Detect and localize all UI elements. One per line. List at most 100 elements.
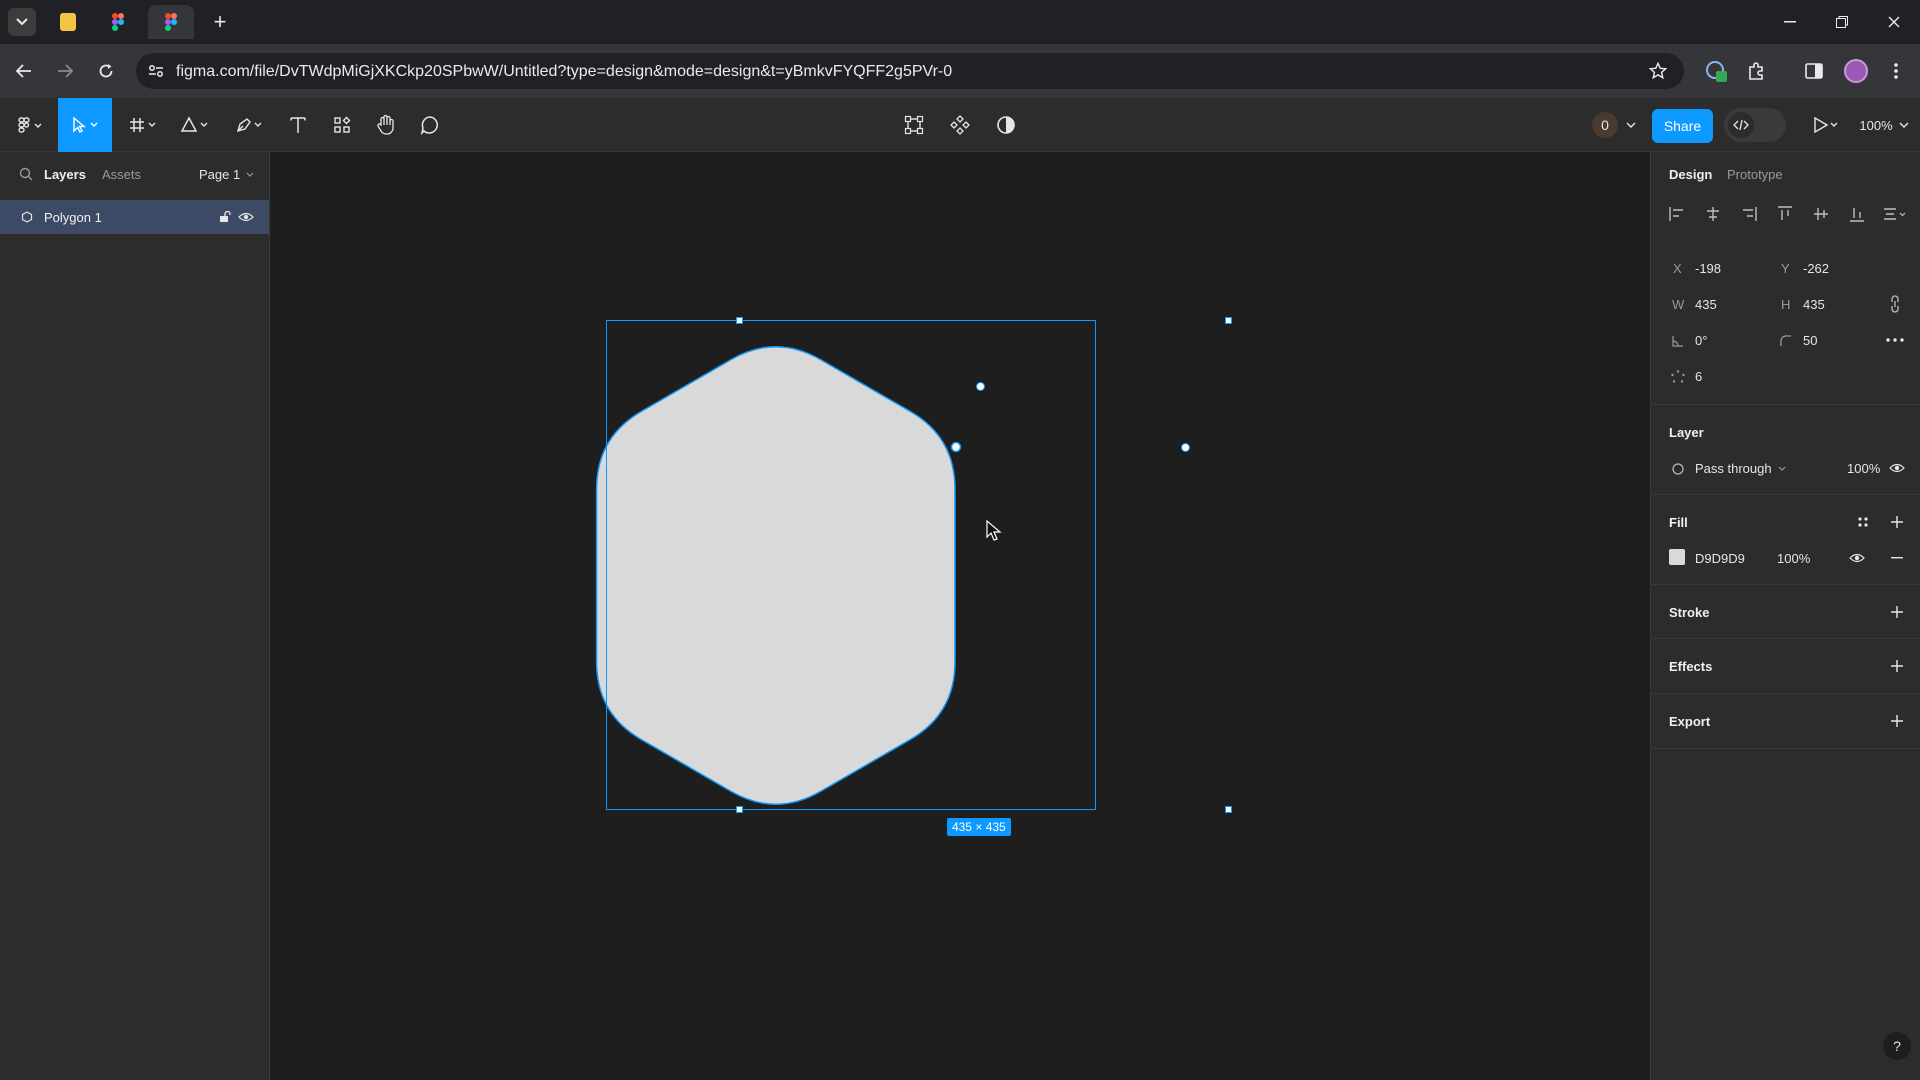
count-handle[interactable] xyxy=(1181,443,1190,452)
url-field[interactable]: figma.com/file/DvTWdpMiGjXKCkp20SPbwW/Un… xyxy=(136,53,1684,89)
design-canvas[interactable]: 435 × 435 xyxy=(270,152,1650,1080)
add-export-plus-icon[interactable] xyxy=(1889,713,1905,729)
present-button[interactable] xyxy=(1808,98,1844,152)
close-window-icon[interactable] xyxy=(1880,8,1908,36)
help-button[interactable]: ? xyxy=(1883,1032,1911,1060)
distribute-icon[interactable] xyxy=(1883,206,1907,222)
dev-mode-toggle[interactable] xyxy=(1724,108,1786,142)
align-left-icon[interactable] xyxy=(1669,206,1685,222)
align-right-icon[interactable] xyxy=(1741,206,1757,222)
forward-arrow-icon[interactable] xyxy=(51,57,79,85)
width-field[interactable]: 435 xyxy=(1695,297,1717,312)
height-field[interactable]: 435 xyxy=(1803,297,1825,312)
shape-tool-button[interactable] xyxy=(176,98,216,152)
y-field[interactable]: -262 xyxy=(1803,261,1829,276)
hand-tool-button[interactable] xyxy=(370,98,402,152)
eye-icon[interactable] xyxy=(1889,461,1905,475)
triangle-shape-icon xyxy=(181,116,211,134)
multiplayer-avatar-button[interactable]: 0 xyxy=(1588,98,1640,152)
frame-hash-icon xyxy=(129,116,159,134)
tab-design[interactable]: Design xyxy=(1669,167,1712,182)
bookmark-star-icon[interactable] xyxy=(1644,57,1672,85)
hand-icon xyxy=(376,114,396,136)
page-selector[interactable]: Page 1 xyxy=(199,167,254,182)
restore-icon[interactable] xyxy=(1828,8,1856,36)
align-top-icon[interactable] xyxy=(1777,206,1793,222)
section-divider xyxy=(1651,404,1919,405)
site-settings-icon[interactable] xyxy=(142,57,170,85)
align-center-vertical-icon[interactable] xyxy=(1813,206,1829,222)
constrain-proportions-icon[interactable] xyxy=(1887,294,1903,314)
comment-tool-button[interactable] xyxy=(414,98,446,152)
tab-notes[interactable] xyxy=(50,5,86,39)
fill-opacity-field[interactable]: 100% xyxy=(1777,551,1810,566)
edit-object-button[interactable] xyxy=(898,98,930,152)
eye-icon[interactable] xyxy=(238,210,254,224)
main-menu-button[interactable] xyxy=(10,98,50,152)
frame-tool-button[interactable] xyxy=(124,98,164,152)
layer-opacity-field[interactable]: 100% xyxy=(1847,461,1880,476)
fill-color-swatch[interactable] xyxy=(1669,549,1685,565)
resize-handle-top-left[interactable] xyxy=(736,317,743,324)
back-arrow-icon[interactable] xyxy=(10,57,38,85)
layer-row-polygon[interactable]: Polygon 1 xyxy=(0,200,269,234)
align-bottom-icon[interactable] xyxy=(1849,206,1865,222)
move-tool-button[interactable] xyxy=(58,98,112,152)
unlock-icon[interactable] xyxy=(218,210,232,224)
add-fill-plus-icon[interactable] xyxy=(1889,514,1905,530)
count-field[interactable]: 6 xyxy=(1695,369,1702,384)
rotation-field[interactable]: 0° xyxy=(1695,333,1707,348)
mouse-cursor-icon xyxy=(985,520,1005,542)
polygon-layer-icon xyxy=(20,210,34,224)
polygon-shape[interactable] xyxy=(270,152,1650,1080)
resize-handle-bottom-left[interactable] xyxy=(736,806,743,813)
tab-assets[interactable]: Assets xyxy=(102,167,141,182)
tab-search-button[interactable] xyxy=(8,5,36,39)
extension-badge-icon[interactable] xyxy=(1702,57,1730,85)
pen-nib-icon xyxy=(235,116,265,134)
text-tool-button[interactable] xyxy=(282,98,314,152)
resize-handle-top-right[interactable] xyxy=(1225,317,1232,324)
x-field[interactable]: -198 xyxy=(1695,261,1721,276)
tab-figma-active[interactable] xyxy=(148,5,194,39)
fill-hex-field[interactable]: D9D9D9 xyxy=(1695,551,1745,566)
styles-grid-icon[interactable] xyxy=(1855,514,1871,530)
new-tab-button[interactable]: + xyxy=(206,5,234,39)
reload-icon[interactable] xyxy=(92,57,120,85)
extensions-puzzle-icon[interactable] xyxy=(1742,57,1770,85)
radius-handle[interactable] xyxy=(976,382,985,391)
resize-handle-bottom-right[interactable] xyxy=(1225,806,1232,813)
more-options-icon[interactable] xyxy=(1885,332,1905,348)
play-icon xyxy=(1813,117,1839,133)
chevron-down-icon xyxy=(1778,466,1786,471)
text-t-icon xyxy=(289,116,307,134)
profile-avatar[interactable] xyxy=(1842,57,1870,85)
figma-logo-icon xyxy=(112,13,124,31)
blend-mode-dropdown[interactable]: Pass through xyxy=(1695,461,1786,476)
pen-tool-button[interactable] xyxy=(230,98,270,152)
resources-tool-button[interactable] xyxy=(326,98,358,152)
chevron-down-icon xyxy=(246,172,254,177)
tab-prototype[interactable]: Prototype xyxy=(1727,167,1783,182)
minimize-icon[interactable] xyxy=(1776,8,1804,36)
mask-button[interactable] xyxy=(990,98,1022,152)
create-component-button[interactable] xyxy=(944,98,976,152)
remove-fill-minus-icon[interactable] xyxy=(1889,551,1905,565)
add-stroke-plus-icon[interactable] xyxy=(1889,604,1905,620)
search-icon[interactable] xyxy=(18,166,34,182)
tab-figma-1[interactable] xyxy=(100,5,136,39)
browser-menu-icon[interactable] xyxy=(1882,57,1910,85)
section-divider xyxy=(1651,494,1919,495)
eye-icon[interactable] xyxy=(1849,551,1865,565)
blend-mode-icon xyxy=(1671,462,1685,476)
tab-layers[interactable]: Layers xyxy=(44,167,86,182)
zoom-dropdown[interactable]: 100% xyxy=(1856,98,1912,152)
layer-section-title: Layer xyxy=(1669,425,1704,440)
share-button[interactable]: Share xyxy=(1652,109,1713,143)
side-panel-icon[interactable] xyxy=(1800,57,1828,85)
align-center-horizontal-icon[interactable] xyxy=(1705,206,1721,222)
cursor-arrow-icon xyxy=(70,116,100,134)
add-effect-plus-icon[interactable] xyxy=(1889,658,1905,674)
chevron-down-icon xyxy=(1626,122,1636,128)
corner-radius-field[interactable]: 50 xyxy=(1803,333,1817,348)
